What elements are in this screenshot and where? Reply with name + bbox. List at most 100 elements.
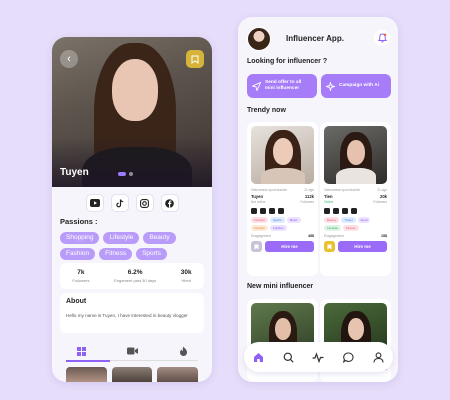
media-tabs (66, 346, 198, 356)
cta-row: Send offer to all mini influencer Campai… (247, 74, 391, 98)
card-actions: Hire me (324, 241, 387, 252)
youtube-icon (89, 199, 100, 207)
influencer-photo (324, 126, 387, 184)
tiktok-icon (260, 208, 266, 214)
card-tag: Fashion (270, 225, 287, 231)
card-tag: Food (357, 217, 371, 223)
hero-overlay (52, 137, 212, 187)
card-tag: Fitness (343, 225, 359, 231)
send-icon (252, 81, 261, 91)
send-offer-button[interactable]: Send offer to all mini influencer (247, 74, 317, 98)
avatar[interactable] (247, 27, 271, 51)
youtube-icon (251, 208, 257, 214)
stat-hired: 30k Hired (181, 269, 192, 283)
nav-search[interactable] (281, 349, 297, 365)
card-followers: 112k (304, 194, 314, 199)
engagement-value: 15$ (381, 234, 387, 238)
card-followers-label: Followers (300, 200, 314, 204)
influencer-card[interactable]: Vietnamese sport teacher 21 age Tuyen 11… (247, 122, 318, 276)
card-status: Not online (251, 200, 266, 204)
card-social-icons (251, 208, 314, 214)
about-card: About Hello my name is Tuyen, I have int… (60, 293, 204, 333)
passion-chip[interactable]: Shopping (60, 232, 100, 244)
send-offer-label: Send offer to all mini influencer (265, 80, 302, 91)
instagram-button[interactable] (135, 194, 154, 212)
passion-chip[interactable]: Fitness (99, 248, 133, 260)
tab-trending[interactable] (168, 346, 198, 356)
app-title: Influencer App. (286, 34, 344, 43)
tiktok-icon (115, 198, 123, 207)
card-name: Tien (324, 194, 333, 199)
photo-body (261, 168, 305, 184)
card-tag: Lifestyle (251, 225, 269, 231)
tab-underline (66, 359, 198, 362)
card-name: Tuyen (251, 194, 264, 199)
nav-chat[interactable] (340, 349, 356, 365)
passion-chip[interactable]: Fashion (60, 248, 96, 260)
notifications-button[interactable] (374, 30, 390, 46)
media-thumbnail[interactable] (66, 367, 107, 382)
stat-followers: 7k Followers (72, 269, 89, 283)
tiktok-button[interactable] (110, 194, 129, 212)
card-tag: Travel (341, 217, 356, 223)
profile-name: Tuyen (60, 167, 89, 178)
influencer-photo (251, 126, 314, 184)
photo-face (347, 140, 365, 165)
user-icon (373, 351, 384, 363)
stat-engagement: 6.2% Engament past 30 days (114, 269, 156, 283)
stat-label: Hired (181, 278, 191, 283)
engagement-label: Enagagement (251, 234, 271, 238)
tab-grid[interactable] (66, 346, 96, 356)
media-thumbnail[interactable] (111, 367, 153, 382)
instagram-icon (342, 208, 348, 214)
campaign-ai-button[interactable]: Campaign with Ai (321, 74, 391, 98)
bookmark-icon (254, 244, 259, 249)
bookmark-icon (191, 55, 199, 64)
carousel-dot[interactable] (129, 172, 133, 176)
stats-card: 7k Followers 6.2% Engament past 30 days … (60, 263, 204, 289)
looking-title: Looking for influencer ? (247, 58, 328, 65)
about-title: About (66, 298, 87, 305)
hire-me-button[interactable]: Hire me (338, 241, 387, 252)
photo-face (348, 318, 364, 340)
passion-chip[interactable]: Lifestyle (103, 232, 140, 244)
card-bookmark-button[interactable] (324, 241, 335, 252)
passion-chip[interactable]: Sports (136, 248, 167, 260)
facebook-icon (165, 198, 174, 208)
trendy-title: Trendy now (247, 107, 286, 114)
media-thumbnails (66, 367, 199, 382)
card-name-row: Tuyen 112k (251, 194, 314, 199)
back-button[interactable]: ‹ (60, 50, 78, 68)
facebook-button[interactable] (160, 194, 179, 212)
stat-value: 6.2% (127, 269, 143, 276)
card-status: Online (324, 200, 334, 204)
card-bookmark-button[interactable] (251, 241, 262, 252)
bookmark-button[interactable] (186, 50, 204, 68)
chat-icon (342, 351, 354, 363)
photo-face (273, 138, 293, 165)
activity-icon (312, 351, 324, 363)
card-age: 21 age (377, 188, 387, 192)
stat-label: Engament past 30 days (114, 278, 157, 283)
card-tag: Sports (270, 217, 285, 223)
carousel-dot-active[interactable] (118, 172, 126, 176)
card-tags: Beauty Travel Food Lifestyle Fitness (324, 217, 387, 231)
hire-me-button[interactable]: Hire me (265, 241, 314, 252)
nav-home[interactable] (251, 349, 267, 365)
influencer-card[interactable]: Vietnamese sport teacher 21 age Tien 20k… (320, 122, 391, 276)
card-age: 21 age (304, 188, 314, 192)
card-sub-row: Online Followers (324, 200, 387, 204)
facebook-icon (278, 208, 284, 214)
card-tag: Music (286, 217, 301, 223)
nav-profile[interactable] (370, 349, 386, 365)
nav-activity[interactable] (310, 349, 326, 365)
sparkle-icon (326, 81, 335, 91)
youtube-button[interactable] (85, 194, 104, 212)
passion-chip[interactable]: Beauty (143, 232, 176, 244)
media-thumbnail[interactable] (157, 367, 199, 382)
tiktok-icon (333, 208, 339, 214)
tab-video[interactable] (117, 347, 147, 355)
card-followers: 20k (380, 194, 387, 199)
grid-icon (76, 346, 86, 356)
card-sub-row: Not online Followers (251, 200, 314, 204)
